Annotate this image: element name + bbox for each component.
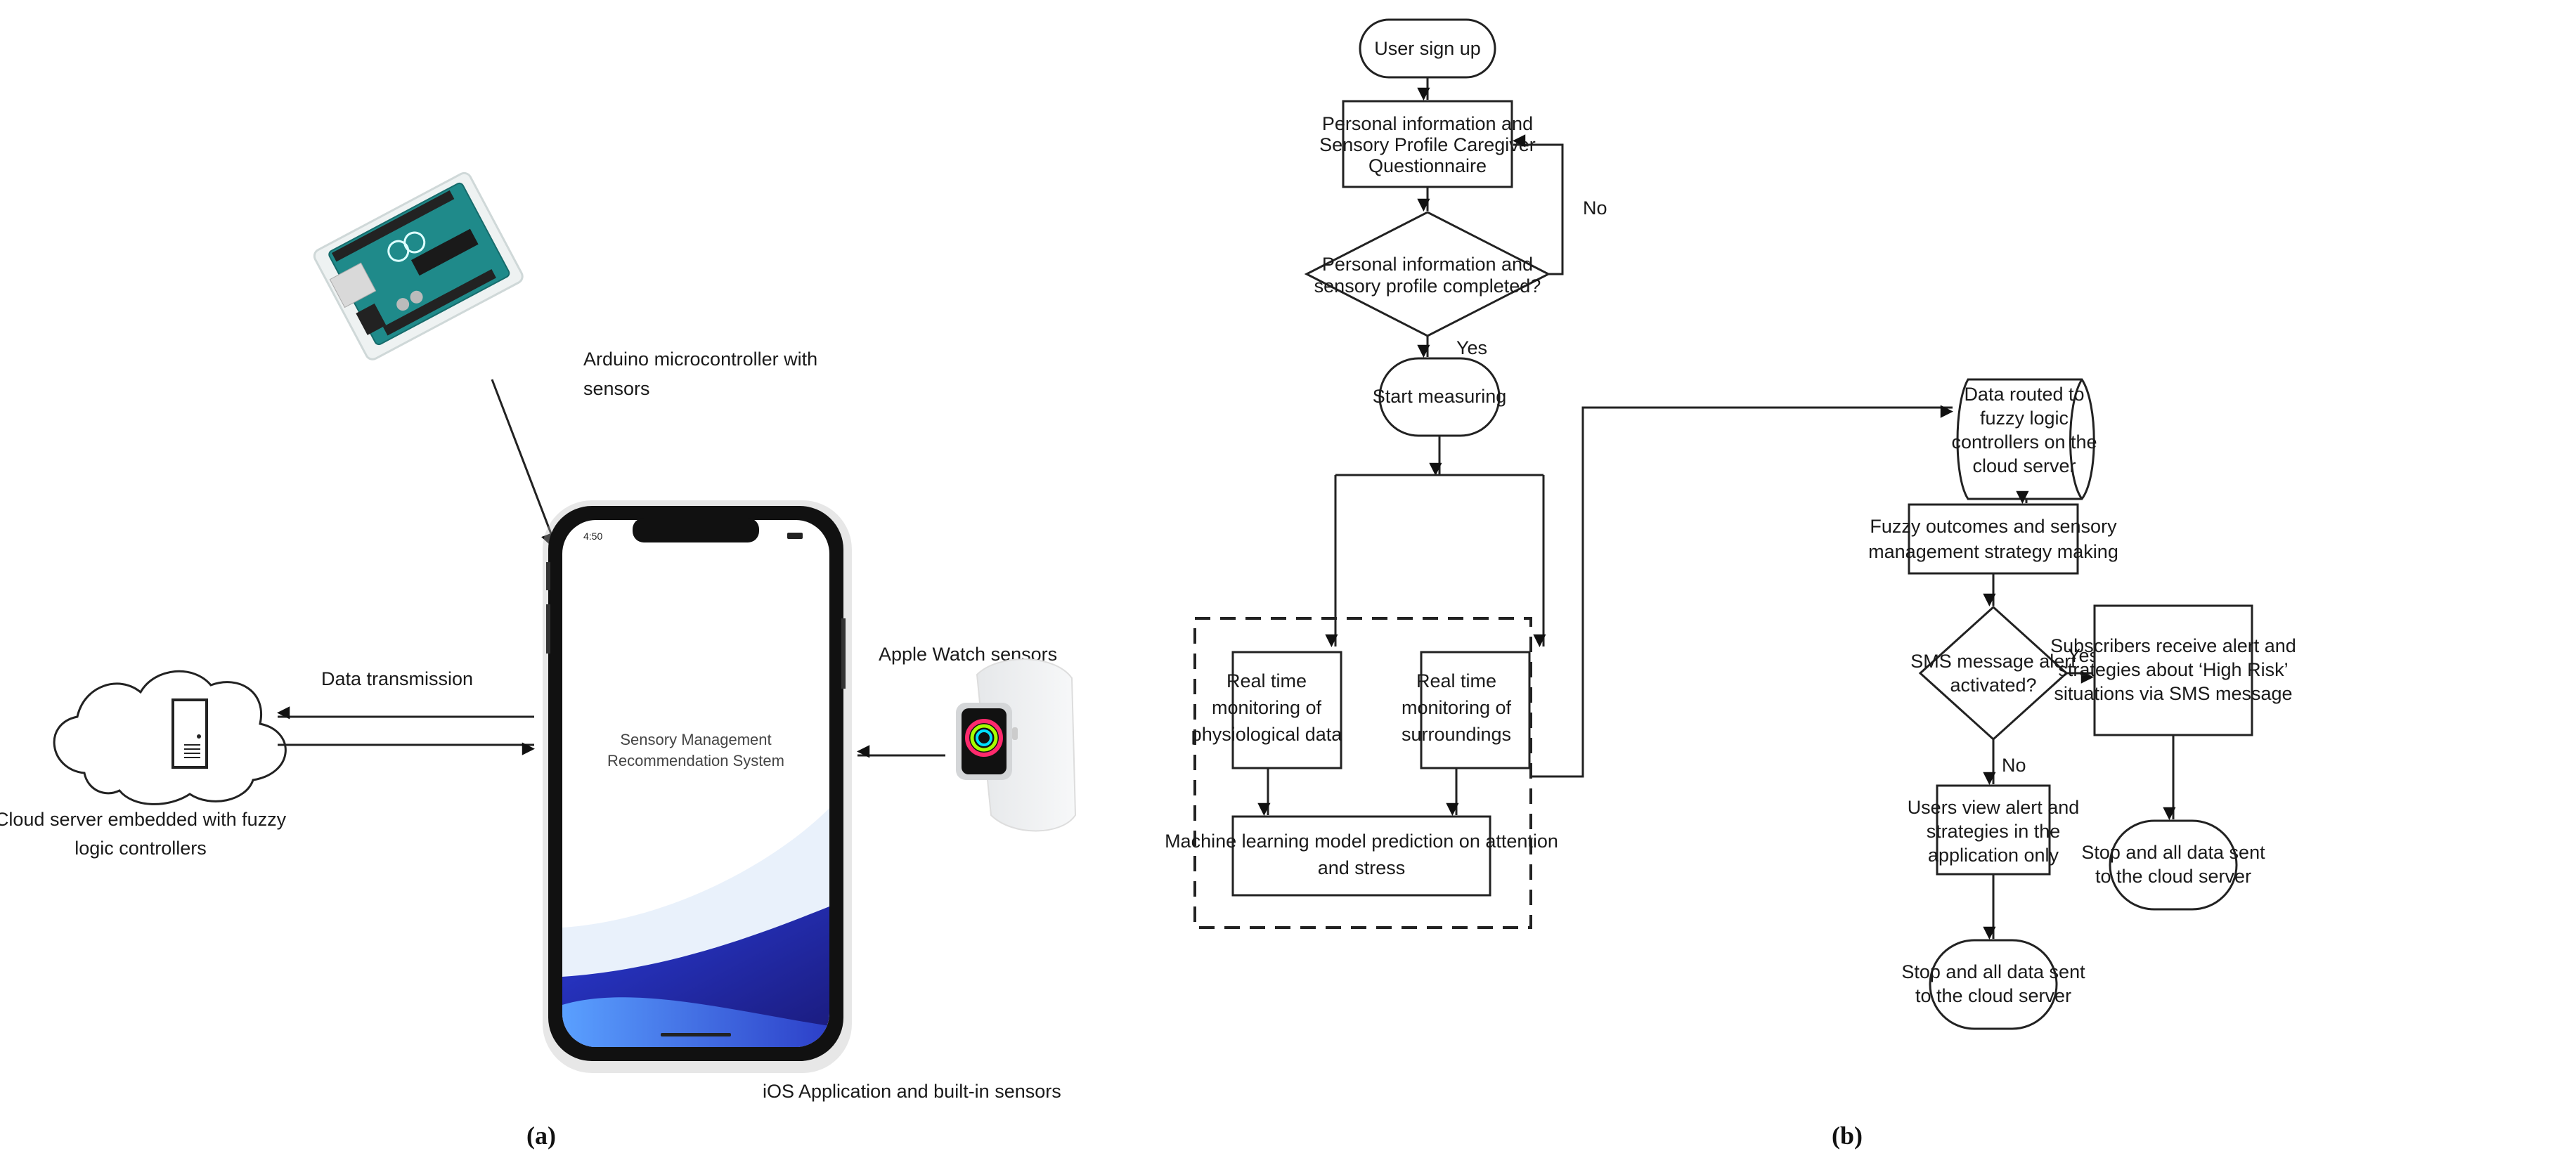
svg-text:to the cloud server: to the cloud server [1915, 985, 2071, 1006]
phone-status-time: 4:50 [583, 531, 602, 542]
node-data-routed: Data routed to fuzzy logic controllers o… [1951, 378, 2097, 500]
svg-text:Personal information and: Personal information and [1322, 113, 1533, 134]
svg-text:Subscribers receive alert and: Subscribers receive alert and [2050, 635, 2296, 656]
panel-a-label: (a) [526, 1122, 556, 1150]
arduino-to-phone-arrow [491, 379, 557, 547]
home-indicator [661, 1033, 731, 1036]
cloud-caption-line1: Cloud server embedded with fuzzy [0, 809, 287, 830]
iphone-image: 4:50 Sensory Management Recommendation S… [543, 500, 852, 1073]
svg-text:Start measuring: Start measuring [1373, 386, 1507, 407]
cloud-server-icon [53, 670, 287, 805]
svg-text:situations via SMS message: situations via SMS message [2054, 683, 2292, 704]
svg-text:Real time: Real time [1226, 670, 1307, 691]
svg-text:activated?: activated? [1950, 675, 2036, 696]
svg-text:fuzzy logic: fuzzy logic [1980, 408, 2069, 429]
svg-text:Data routed to: Data routed to [1964, 384, 2084, 405]
svg-text:sensory profile completed?: sensory profile completed? [1314, 275, 1541, 297]
panel-a: Arduino microcontroller with sensors 4:5… [0, 171, 1077, 1150]
phone-caption: iOS Application and built-in sensors [763, 1081, 1061, 1102]
node-profile-complete-decision: Personal information and sensory profile… [1304, 211, 1551, 337]
svg-text:surroundings: surroundings [1402, 724, 1511, 745]
edge-label-sms-no: No [2002, 755, 2026, 776]
node-stop-right: Stop and all data sent to the cloud serv… [2081, 819, 2265, 911]
svg-text:Machine learning model predict: Machine learning model prediction on att… [1165, 831, 1558, 852]
node-ml-prediction: Machine learning model prediction on att… [1165, 815, 1558, 897]
arduino-caption-line1: Arduino microcontroller with [583, 349, 817, 370]
svg-text:Stop and all data sent: Stop and all data sent [1901, 961, 2085, 982]
svg-text:User sign up: User sign up [1374, 38, 1481, 59]
svg-text:Fuzzy outcomes and sensory: Fuzzy outcomes and sensory [1870, 516, 2117, 537]
node-user-sign-up: User sign up [1359, 18, 1496, 79]
svg-text:Stop and all data sent: Stop and all data sent [2081, 842, 2265, 863]
svg-text:Users view alert and: Users view alert and [1908, 797, 2080, 818]
svg-text:monitoring of: monitoring of [1212, 697, 1322, 718]
data-transmission-label: Data transmission [321, 668, 473, 689]
panel-b: User sign up Personal information and Se… [1165, 18, 2296, 1150]
svg-text:strategies about ‘High Risk’: strategies about ‘High Risk’ [2058, 659, 2288, 680]
battery-icon [787, 533, 803, 539]
svg-text:application only: application only [1928, 845, 2059, 866]
svg-text:strategies in the: strategies in the [1927, 821, 2061, 842]
edge-label-profile-yes: Yes [1456, 337, 1487, 358]
phone-app-title-line2: Recommendation System [607, 752, 784, 769]
node-physiological-monitoring: Real time monitoring of physiological da… [1191, 651, 1343, 769]
node-start-measuring: Start measuring [1373, 357, 1507, 437]
node-subscribers-alert: Subscribers receive alert and strategies… [2050, 604, 2296, 736]
svg-text:Sensory Profile Caregiver: Sensory Profile Caregiver [1319, 134, 1536, 155]
node-fuzzy-outcomes: Fuzzy outcomes and sensory management st… [1868, 503, 2118, 575]
figure-canvas: Arduino microcontroller with sensors 4:5… [0, 18, 2296, 1150]
node-surroundings-monitoring: Real time monitoring of surroundings [1402, 651, 1531, 769]
panel-b-label: (b) [1832, 1122, 1863, 1150]
arduino-board-image [313, 171, 524, 360]
cloud-caption-line2: logic controllers [75, 838, 207, 859]
svg-text:Questionnaire: Questionnaire [1368, 155, 1487, 176]
svg-text:management strategy making: management strategy making [1868, 541, 2118, 562]
svg-text:physiological data: physiological data [1191, 724, 1343, 745]
svg-text:to the cloud server: to the cloud server [2095, 866, 2251, 887]
phone-app-title-line1: Sensory Management [620, 731, 771, 748]
edge-label-profile-no: No [1583, 197, 1607, 219]
svg-text:monitoring of: monitoring of [1402, 697, 1512, 718]
node-questionnaire: Personal information and Sensory Profile… [1319, 100, 1536, 188]
node-users-view-alert: Users view alert and strategies in the a… [1908, 784, 2080, 876]
node-stop-left: Stop and all data sent to the cloud serv… [1901, 939, 2085, 1030]
svg-text:Personal information and: Personal information and [1322, 254, 1533, 275]
node-sms-decision: SMS message alert activated? [1910, 605, 2076, 741]
svg-text:controllers on the: controllers on the [1951, 431, 2097, 453]
svg-text:Real time: Real time [1416, 670, 1496, 691]
edge-group-routed [1531, 405, 1953, 778]
apple-watch-image [956, 658, 1077, 832]
arduino-caption-line2: sensors [583, 378, 650, 399]
svg-text:and stress: and stress [1318, 857, 1406, 878]
svg-text:cloud server: cloud server [1972, 455, 2076, 476]
